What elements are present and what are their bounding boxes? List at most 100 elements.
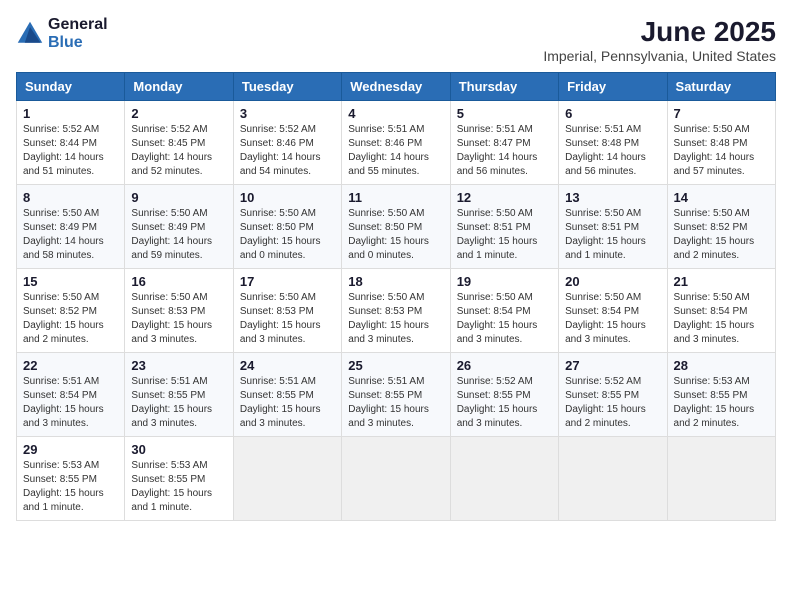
day-number: 12	[457, 190, 552, 205]
calendar-day-header: Tuesday	[233, 73, 341, 101]
day-info: Sunrise: 5:51 AMSunset: 8:47 PMDaylight:…	[457, 123, 552, 179]
day-number: 24	[240, 358, 335, 373]
calendar-day-cell: 24 Sunrise: 5:51 AMSunset: 8:55 PMDayligh…	[233, 353, 341, 437]
subtitle: Imperial, Pennsylvania, United States	[543, 48, 776, 64]
calendar-day-cell: 4 Sunrise: 5:51 AMSunset: 8:46 PMDaylight…	[342, 101, 450, 185]
calendar-day-cell: 6 Sunrise: 5:51 AMSunset: 8:48 PMDaylight…	[559, 101, 667, 185]
day-number: 11	[348, 190, 443, 205]
day-info: Sunrise: 5:51 AMSunset: 8:55 PMDaylight:…	[131, 375, 226, 431]
calendar-day-cell: 9Sunrise: 5:50 AMSunset: 8:49 PMDaylight…	[125, 185, 233, 269]
day-info: Sunrise: 5:52 AMSunset: 8:44 PMDaylight:…	[23, 123, 118, 179]
day-info: Sunrise: 5:50 AMSunset: 8:53 PMDaylight:…	[240, 291, 335, 347]
day-number: 2	[131, 106, 226, 121]
logo-icon	[16, 20, 44, 48]
day-info: Sunrise: 5:52 AMSunset: 8:55 PMDaylight:…	[565, 375, 660, 431]
day-info: Sunrise: 5:51 AMSunset: 8:54 PMDaylight:…	[23, 375, 118, 431]
day-info: Sunrise: 5:50 AMSunset: 8:53 PMDaylight:…	[131, 291, 226, 347]
calendar-day-cell: 18 Sunrise: 5:50 AMSunset: 8:53 PMDayligh…	[342, 269, 450, 353]
calendar-week-row: 8 Sunrise: 5:50 AMSunset: 8:49 PMDaylight…	[17, 185, 776, 269]
day-number: 20	[565, 274, 660, 289]
calendar-day-cell: 21 Sunrise: 5:50 AMSunset: 8:54 PMDayligh…	[667, 269, 775, 353]
main-title: June 2025	[543, 16, 776, 48]
day-number: 6	[565, 106, 660, 121]
calendar-day-cell: 15 Sunrise: 5:50 AMSunset: 8:52 PMDayligh…	[17, 269, 125, 353]
calendar-day-cell: 7Sunrise: 5:50 AMSunset: 8:48 PMDaylight…	[667, 101, 775, 185]
calendar-day-cell: 12Sunrise: 5:50 AMSunset: 8:51 PMDayligh…	[450, 185, 558, 269]
day-number: 19	[457, 274, 552, 289]
calendar-header: SundayMondayTuesdayWednesdayThursdayFrid…	[17, 73, 776, 101]
calendar-week-row: 22 Sunrise: 5:51 AMSunset: 8:54 PMDayligh…	[17, 353, 776, 437]
day-info: Sunrise: 5:53 AMSunset: 8:55 PMDaylight:…	[674, 375, 769, 431]
calendar-day-cell: 26 Sunrise: 5:52 AMSunset: 8:55 PMDayligh…	[450, 353, 558, 437]
calendar-day-header: Monday	[125, 73, 233, 101]
calendar-day-cell: 17 Sunrise: 5:50 AMSunset: 8:53 PMDayligh…	[233, 269, 341, 353]
calendar-day-header: Wednesday	[342, 73, 450, 101]
calendar-week-row: 15 Sunrise: 5:50 AMSunset: 8:52 PMDayligh…	[17, 269, 776, 353]
calendar-day-cell: 20 Sunrise: 5:50 AMSunset: 8:54 PMDayligh…	[559, 269, 667, 353]
day-number: 17	[240, 274, 335, 289]
day-number: 14	[674, 190, 769, 205]
calendar-day-cell: 29 Sunrise: 5:53 AMSunset: 8:55 PMDayligh…	[17, 437, 125, 521]
day-info: Sunrise: 5:51 AMSunset: 8:48 PMDaylight:…	[565, 123, 660, 179]
calendar-day-header: Sunday	[17, 73, 125, 101]
calendar-day-cell: 27Sunrise: 5:52 AMSunset: 8:55 PMDayligh…	[559, 353, 667, 437]
day-number: 29	[23, 442, 118, 457]
day-info: Sunrise: 5:53 AMSunset: 8:55 PMDaylight:…	[131, 459, 226, 515]
calendar-day-cell: 3 Sunrise: 5:52 AMSunset: 8:46 PMDaylight…	[233, 101, 341, 185]
day-number: 26	[457, 358, 552, 373]
day-number: 21	[674, 274, 769, 289]
day-info: Sunrise: 5:50 AMSunset: 8:54 PMDaylight:…	[674, 291, 769, 347]
calendar-header-row: SundayMondayTuesdayWednesdayThursdayFrid…	[17, 73, 776, 101]
calendar-day-cell: 16 Sunrise: 5:50 AMSunset: 8:53 PMDayligh…	[125, 269, 233, 353]
logo-blue-text: Blue	[48, 34, 108, 52]
day-number: 1	[23, 106, 118, 121]
day-info: Sunrise: 5:50 AMSunset: 8:52 PMDaylight:…	[23, 291, 118, 347]
day-info: Sunrise: 5:52 AMSunset: 8:46 PMDaylight:…	[240, 123, 335, 179]
calendar-day-header: Thursday	[450, 73, 558, 101]
day-number: 16	[131, 274, 226, 289]
calendar-day-cell	[342, 437, 450, 521]
day-info: Sunrise: 5:51 AMSunset: 8:46 PMDaylight:…	[348, 123, 443, 179]
calendar-day-cell: 23Sunrise: 5:51 AMSunset: 8:55 PMDayligh…	[125, 353, 233, 437]
calendar-week-row: 29 Sunrise: 5:53 AMSunset: 8:55 PMDayligh…	[17, 437, 776, 521]
calendar-day-cell: 11Sunrise: 5:50 AMSunset: 8:50 PMDayligh…	[342, 185, 450, 269]
calendar-day-cell: 13Sunrise: 5:50 AMSunset: 8:51 PMDayligh…	[559, 185, 667, 269]
calendar-day-cell: 22 Sunrise: 5:51 AMSunset: 8:54 PMDayligh…	[17, 353, 125, 437]
day-info: Sunrise: 5:50 AMSunset: 8:49 PMDaylight:…	[23, 207, 118, 263]
day-info: Sunrise: 5:51 AMSunset: 8:55 PMDaylight:…	[348, 375, 443, 431]
calendar-day-cell: 28 Sunrise: 5:53 AMSunset: 8:55 PMDayligh…	[667, 353, 775, 437]
calendar-day-cell: 30 Sunrise: 5:53 AMSunset: 8:55 PMDayligh…	[125, 437, 233, 521]
calendar-day-cell: 19 Sunrise: 5:50 AMSunset: 8:54 PMDayligh…	[450, 269, 558, 353]
day-number: 18	[348, 274, 443, 289]
calendar-day-cell	[667, 437, 775, 521]
day-info: Sunrise: 5:52 AMSunset: 8:55 PMDaylight:…	[457, 375, 552, 431]
day-number: 4	[348, 106, 443, 121]
day-number: 10	[240, 190, 335, 205]
calendar-day-cell: 10 Sunrise: 5:50 AMSunset: 8:50 PMDayligh…	[233, 185, 341, 269]
day-number: 28	[674, 358, 769, 373]
day-info: Sunrise: 5:50 AMSunset: 8:54 PMDaylight:…	[457, 291, 552, 347]
calendar-day-cell	[559, 437, 667, 521]
day-number: 15	[23, 274, 118, 289]
day-number: 5	[457, 106, 552, 121]
day-number: 25	[348, 358, 443, 373]
day-info: Sunrise: 5:50 AMSunset: 8:53 PMDaylight:…	[348, 291, 443, 347]
calendar-day-cell: 25 Sunrise: 5:51 AMSunset: 8:55 PMDayligh…	[342, 353, 450, 437]
day-number: 22	[23, 358, 118, 373]
day-info: Sunrise: 5:50 AMSunset: 8:54 PMDaylight:…	[565, 291, 660, 347]
logo-general-text: General	[48, 16, 108, 34]
calendar-body: 1 Sunrise: 5:52 AMSunset: 8:44 PMDaylight…	[17, 101, 776, 521]
calendar-day-cell: 1 Sunrise: 5:52 AMSunset: 8:44 PMDaylight…	[17, 101, 125, 185]
day-number: 30	[131, 442, 226, 457]
calendar-week-row: 1 Sunrise: 5:52 AMSunset: 8:44 PMDaylight…	[17, 101, 776, 185]
day-number: 3	[240, 106, 335, 121]
page-header: General Blue June 2025 Imperial, Pennsyl…	[16, 16, 776, 64]
day-number: 13	[565, 190, 660, 205]
day-number: 8	[23, 190, 118, 205]
day-info: Sunrise: 5:50 AMSunset: 8:50 PMDaylight:…	[240, 207, 335, 263]
day-info: Sunrise: 5:53 AMSunset: 8:55 PMDaylight:…	[23, 459, 118, 515]
day-info: Sunrise: 5:50 AMSunset: 8:52 PMDaylight:…	[674, 207, 769, 263]
logo-text: General Blue	[48, 16, 108, 51]
calendar-day-cell: 8 Sunrise: 5:50 AMSunset: 8:49 PMDaylight…	[17, 185, 125, 269]
day-info: Sunrise: 5:51 AMSunset: 8:55 PMDaylight:…	[240, 375, 335, 431]
